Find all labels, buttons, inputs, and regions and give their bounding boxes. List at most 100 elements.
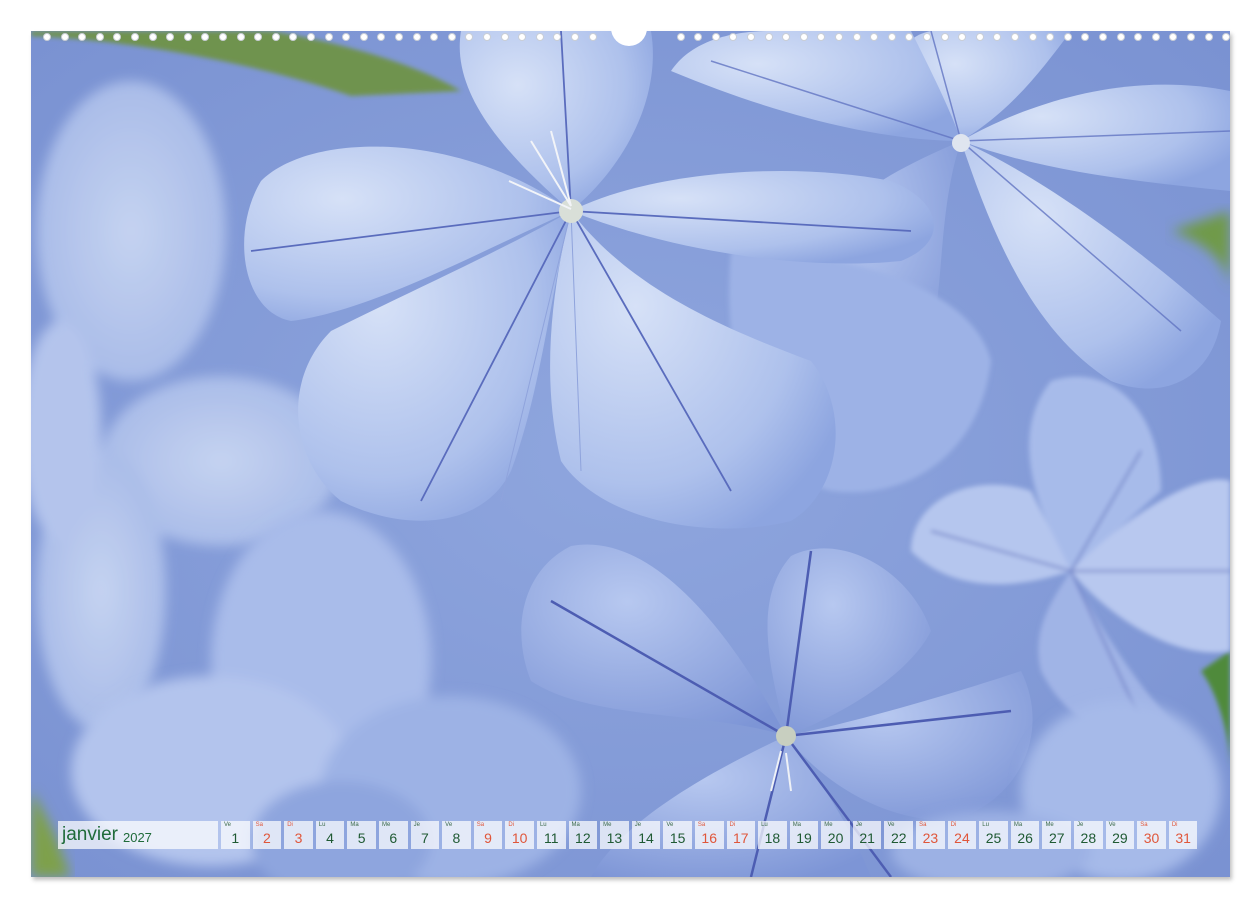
- binding-hole: [254, 33, 263, 41]
- day-number: 18: [764, 830, 781, 846]
- day-number: 12: [575, 830, 591, 846]
- weekday-abbrev: Di: [1171, 822, 1178, 828]
- binding-hole: [870, 33, 879, 41]
- binding-hole: [923, 33, 931, 41]
- calendar-day: Ma 26: [1010, 821, 1040, 849]
- day-number: 19: [796, 830, 812, 846]
- binding-hole: [465, 33, 474, 41]
- binding-hole: [887, 33, 896, 41]
- binding-hole: [1063, 33, 1072, 41]
- binding-hole: [447, 33, 456, 41]
- binding-hole: [131, 33, 139, 41]
- calendar-day: Me 20: [821, 821, 850, 849]
- day-number: 30: [1143, 830, 1160, 846]
- weekday-abbrev: Lu: [761, 822, 768, 828]
- calendar-day: Sa 9: [473, 821, 503, 849]
- weekday-abbrev: Sa: [919, 822, 927, 828]
- binding-hole: [553, 33, 562, 41]
- weekday-abbrev: Lu: [318, 822, 326, 828]
- day-number: 6: [389, 830, 398, 846]
- binding-hole: [483, 33, 491, 41]
- binding-hole: [342, 33, 351, 41]
- binding-hole: [95, 33, 104, 41]
- binding-hole: [1046, 33, 1055, 41]
- weekday-abbrev: Di: [950, 822, 957, 828]
- calendar-day: Me 27: [1042, 821, 1072, 849]
- binding-hole: [78, 33, 87, 41]
- binding-hole: [289, 33, 298, 41]
- binding-hole: [43, 33, 51, 41]
- binding-hole: [324, 33, 333, 41]
- calendar-day: Ve 8: [442, 821, 471, 849]
- weekday-abbrev: Lu: [982, 822, 989, 828]
- binding-hole: [1204, 33, 1213, 41]
- calendar-day: Je 21: [852, 821, 882, 849]
- day-number: 23: [922, 830, 939, 846]
- binding-hole: [236, 33, 245, 41]
- calendar-day: Lu 4: [315, 821, 345, 849]
- weekday-abbrev: Ma: [350, 822, 359, 828]
- binding-hole: [852, 33, 861, 41]
- calendar-day: Sa 16: [694, 821, 724, 849]
- calendar-day: Lu 25: [979, 821, 1008, 849]
- day-number: 2: [262, 830, 271, 846]
- day-number: 16: [701, 830, 717, 846]
- binding-hole: [113, 33, 122, 41]
- binding-hole: [1081, 33, 1090, 41]
- calendar-day: Sa 30: [1137, 821, 1166, 849]
- weekday-abbrev: Ma: [571, 822, 580, 828]
- weekday-abbrev: Je: [1077, 822, 1084, 828]
- binding-hole: [1187, 33, 1195, 41]
- binding-hole: [377, 33, 386, 41]
- day-number: 17: [733, 830, 749, 846]
- binding-hole: [694, 33, 703, 41]
- binding-hole: [940, 33, 949, 41]
- day-number: 27: [1048, 830, 1065, 846]
- binding-hole: [500, 33, 509, 41]
- calendar-day: Lu 11: [536, 821, 566, 849]
- binding-hole: [817, 33, 826, 41]
- day-number: 14: [638, 830, 654, 846]
- month-year: 2027: [122, 829, 152, 845]
- calendar-day: Ve 22: [884, 821, 914, 849]
- binding-hole: [148, 33, 157, 41]
- binding-hole: [201, 33, 210, 41]
- day-number: 1: [231, 830, 240, 846]
- binding-hole: [1134, 33, 1143, 41]
- binding-hole: [782, 33, 791, 41]
- calendar-day: Me 6: [378, 821, 408, 849]
- weekday-abbrev: Sa: [476, 822, 485, 828]
- calendar-day: Je 14: [631, 821, 661, 849]
- day-number: 21: [859, 830, 875, 846]
- weekday-abbrev: Di: [729, 822, 736, 828]
- weekday-abbrev: Sa: [697, 822, 706, 828]
- weekday-abbrev: Ve: [224, 822, 232, 828]
- weekday-abbrev: Je: [855, 822, 863, 828]
- binding-hole: [571, 33, 579, 41]
- binding-hole: [1151, 33, 1160, 41]
- day-number: 9: [484, 830, 492, 846]
- day-number: 25: [985, 830, 1002, 846]
- binding-hole: [1011, 33, 1019, 41]
- binding-hole: [1099, 33, 1107, 41]
- plumbago-flowers-image: [31, 31, 1230, 877]
- calendar-day: Sa 23: [916, 821, 945, 849]
- binding-hole: [799, 33, 808, 41]
- weekday-abbrev: Di: [287, 822, 293, 828]
- binding-hole: [764, 33, 773, 41]
- binding-hole: [1116, 33, 1125, 41]
- binding-hole: [711, 33, 720, 41]
- binding-hole: [219, 33, 227, 41]
- binding-hole: [1169, 33, 1178, 41]
- day-number: 26: [1017, 830, 1033, 846]
- weekday-abbrev: Je: [634, 822, 642, 828]
- day-number: 7: [420, 830, 429, 846]
- binding-hole: [535, 33, 544, 41]
- calendar-day: Di 24: [947, 821, 977, 849]
- flower-photo: [31, 31, 1230, 877]
- calendar-day: Di 31: [1168, 821, 1198, 849]
- calendar-day: Ve 1: [221, 821, 250, 849]
- day-number: 28: [1080, 830, 1097, 846]
- weekday-abbrev: Ve: [666, 822, 674, 828]
- day-number: 13: [606, 830, 623, 846]
